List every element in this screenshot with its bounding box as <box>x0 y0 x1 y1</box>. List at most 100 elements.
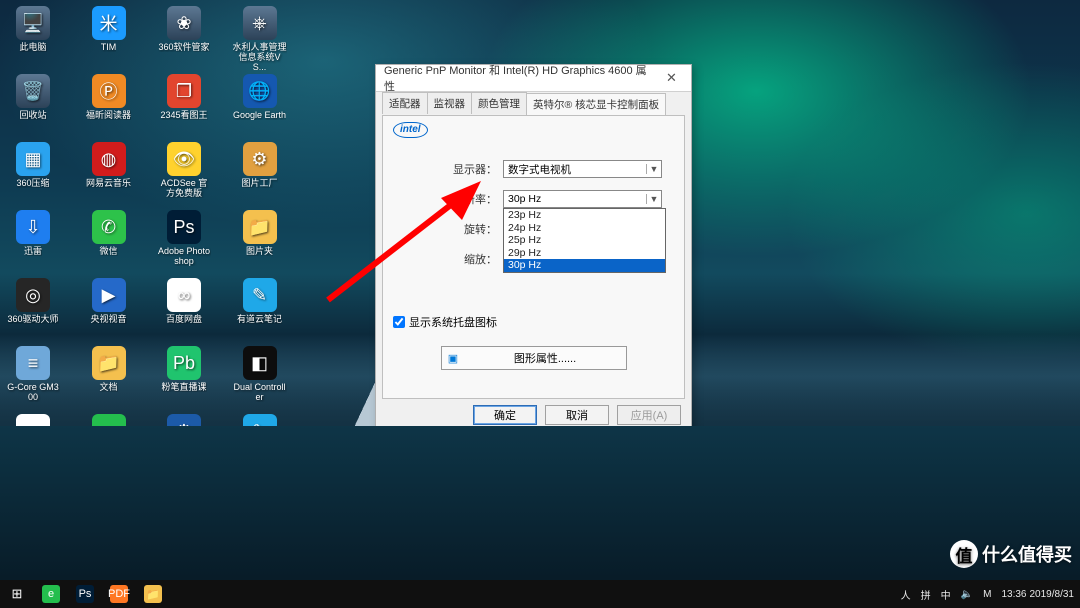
pdf-app-icon: PDF <box>110 585 128 603</box>
desktop-icon-6[interactable]: ♫iTunes <box>6 412 60 478</box>
tab-2[interactable]: 颜色管理 <box>471 92 527 114</box>
desktop-icon-label: 格式工厂 <box>166 450 202 460</box>
desktop-icon-20[interactable]: ∞百度网盘 <box>157 276 211 342</box>
tab-1[interactable]: 监视器 <box>427 92 473 114</box>
app-icon: 米 <box>92 6 126 40</box>
refresh-option-1[interactable]: 24p Hz <box>504 222 665 235</box>
desktop-icon-13[interactable]: 📁文档 <box>82 344 136 410</box>
scale-label: 缩放： <box>427 251 497 267</box>
desktop-icon-label: 回收站 <box>19 110 46 120</box>
dialog-button-row: 确定 取消 应用(A) <box>473 405 681 425</box>
ime-indicator-3[interactable]: M <box>983 589 991 600</box>
start-button[interactable]: ⊞ <box>0 580 34 608</box>
ime-indicator-2[interactable]: 中 <box>941 587 951 602</box>
desktop-icon-label: 央视视音 <box>90 314 126 324</box>
volume-icon[interactable]: 🔈 <box>961 589 973 600</box>
taskbar-clock[interactable]: 13:36 2019/8/31 <box>1001 589 1074 600</box>
desktop-icon-10[interactable]: ◍网易云音乐 <box>82 140 136 206</box>
desktop-icon-11[interactable]: ✆微信 <box>82 208 136 274</box>
desktop-icon-label: 2345看图王 <box>160 110 207 120</box>
desktop-icon-label: 百度网盘 <box>166 314 202 324</box>
desktop-icon-25[interactable]: 🌐Google Earth <box>233 72 287 138</box>
desktop-icon-label: ACDSee 官方免费版 <box>157 178 211 198</box>
taskbar-app-pdf-app[interactable]: PDF <box>102 585 136 603</box>
app-icon: 📁 <box>92 346 126 380</box>
desktop-icon-label: 迅雷 <box>24 246 42 256</box>
dialog-titlebar[interactable]: Generic PnP Monitor 和 Intel(R) HD Graphi… <box>376 65 691 92</box>
refresh-option-0[interactable]: 23p Hz <box>504 209 665 222</box>
desktop-icon-label: Dual Controller <box>233 382 287 402</box>
cancel-button[interactable]: 取消 <box>545 405 609 425</box>
tray-overflow-icon[interactable]: 人 <box>901 587 911 602</box>
watermark-icon: 值 <box>950 540 978 568</box>
desktop-icon-24[interactable]: ⎈水利人事管理信息系统VS... <box>233 4 287 70</box>
tab-3[interactable]: 英特尔® 核芯显卡控制面板 <box>526 93 666 115</box>
desktop-icon-9[interactable]: Ⓟ福昕阅读器 <box>82 72 136 138</box>
refresh-option-2[interactable]: 25p Hz <box>504 234 665 247</box>
refresh-rate-dropdown[interactable]: 23p Hz24p Hz25p Hz29p Hz30p Hz <box>503 208 666 273</box>
desktop-icon-label: 图片夹 <box>246 246 273 256</box>
taskbar-app-360-browser[interactable]: e <box>34 585 68 603</box>
desktop-icon-27[interactable]: 📁图片夹 <box>233 208 287 274</box>
desktop-icon-14[interactable]: e360安全浏览器 <box>82 412 136 478</box>
desktop-icon-21[interactable]: Pb粉笔直播课 <box>157 344 211 410</box>
desktop-icon-28[interactable]: ✎有道云笔记 <box>233 276 287 342</box>
desktop-icon-16[interactable]: ❀360软件管家 <box>157 4 211 70</box>
desktop-icon-8[interactable]: 米 TIM <box>82 4 136 70</box>
desktop-icon-label: iTunes <box>20 450 47 460</box>
desktop-icon-15[interactable]: ⊕360安全卫士 <box>82 480 136 546</box>
app-icon: ▶ <box>92 278 126 312</box>
desktop-icon-5[interactable]: ≡G-Core GM300 <box>6 344 60 410</box>
desktop-icon-17[interactable]: ❐2345看图王 <box>157 72 211 138</box>
desktop-icon-label: G-Core GM300 <box>6 382 60 402</box>
refresh-option-3[interactable]: 29p Hz <box>504 247 665 260</box>
desktop-icon-1[interactable]: 🗑️回收站 <box>6 72 60 138</box>
desktop-icon-4[interactable]: ◎360驱动大师 <box>6 276 60 342</box>
desktop-icon-label: 福昕阅读器 <box>86 110 131 120</box>
display-properties-dialog: Generic PnP Monitor 和 Intel(R) HD Graphi… <box>375 64 692 434</box>
desktop-icon-7[interactable]: ▶QQ影音 <box>6 480 60 546</box>
taskbar-app-photoshop[interactable]: Ps <box>68 585 102 603</box>
app-icon: ⚙ <box>167 414 201 448</box>
app-icon: ◎ <box>16 278 50 312</box>
ok-button[interactable]: 确定 <box>473 405 537 425</box>
graphics-properties-label: 图形属性...... <box>464 350 626 366</box>
tray-checkbox-input[interactable] <box>393 316 405 328</box>
ime-indicator-1[interactable]: 拼 <box>921 587 931 602</box>
desktop-icon-0[interactable]: 🖥️此电脑 <box>6 4 60 70</box>
display-combo[interactable]: 数字式电视机 ▼ <box>503 160 662 178</box>
desktop-icon-29[interactable]: ◧Dual Controller <box>233 344 287 410</box>
graphics-properties-button[interactable]: ▣ 图形属性...... <box>441 346 627 370</box>
app-icon: ⚙ <box>243 142 277 176</box>
desktop-icon-label: TIM <box>101 42 117 52</box>
watermark: 值 什么值得买 <box>950 540 1072 568</box>
desktop-icon-23[interactable]: ▢OnScreen Control <box>157 480 211 546</box>
taskbar-app-explorer[interactable]: 📁 <box>136 585 170 603</box>
app-icon: ✎ <box>243 414 277 448</box>
app-icon: ❀ <box>167 6 201 40</box>
photoshop-icon: Ps <box>76 585 94 603</box>
desktop-icon-19[interactable]: PsAdobe Photoshop <box>157 208 211 274</box>
tab-0[interactable]: 适配器 <box>382 92 428 114</box>
desktop-icon-2[interactable]: ▦360压缩 <box>6 140 60 206</box>
desktop-icon-18[interactable]: 👁ACDSee 官方免费版 <box>157 140 211 206</box>
refresh-option-4[interactable]: 30p Hz <box>504 259 665 272</box>
desktop-icon-26[interactable]: ⚙图片工厂 <box>233 140 287 206</box>
refresh-combo[interactable]: 30p Hz ▼ <box>503 190 662 208</box>
app-icon: ◍ <box>92 142 126 176</box>
desktop-icon-12[interactable]: ▶ 央视视音 <box>82 276 136 342</box>
desktop-icon-label: 360安全卫士 <box>83 518 134 528</box>
desktop-icon-label: 有道云笔记网页版 <box>233 450 287 470</box>
desktop-icon-3[interactable]: ⇩迅雷 <box>6 208 60 274</box>
show-tray-icon-checkbox[interactable]: 显示系统托盘图标 <box>393 314 497 330</box>
taskbar-pinned-area: e Ps PDF 📁 <box>34 585 170 603</box>
chevron-down-icon: ▼ <box>646 164 661 174</box>
360-browser-icon: e <box>42 585 60 603</box>
desktop-icon-label: 有道云笔记 <box>237 314 282 324</box>
system-tray: 人 拼 中 🔈 M 13:36 2019/8/31 <box>901 580 1080 608</box>
desktop-icon-22[interactable]: ⚙ 格式工厂 <box>157 412 211 478</box>
close-icon[interactable]: ✕ <box>652 65 691 91</box>
tray-checkbox-label: 显示系统托盘图标 <box>409 314 497 330</box>
app-icon: 🌐 <box>243 74 277 108</box>
desktop-icon-30[interactable]: ✎有道云笔记网页版 <box>233 412 287 478</box>
